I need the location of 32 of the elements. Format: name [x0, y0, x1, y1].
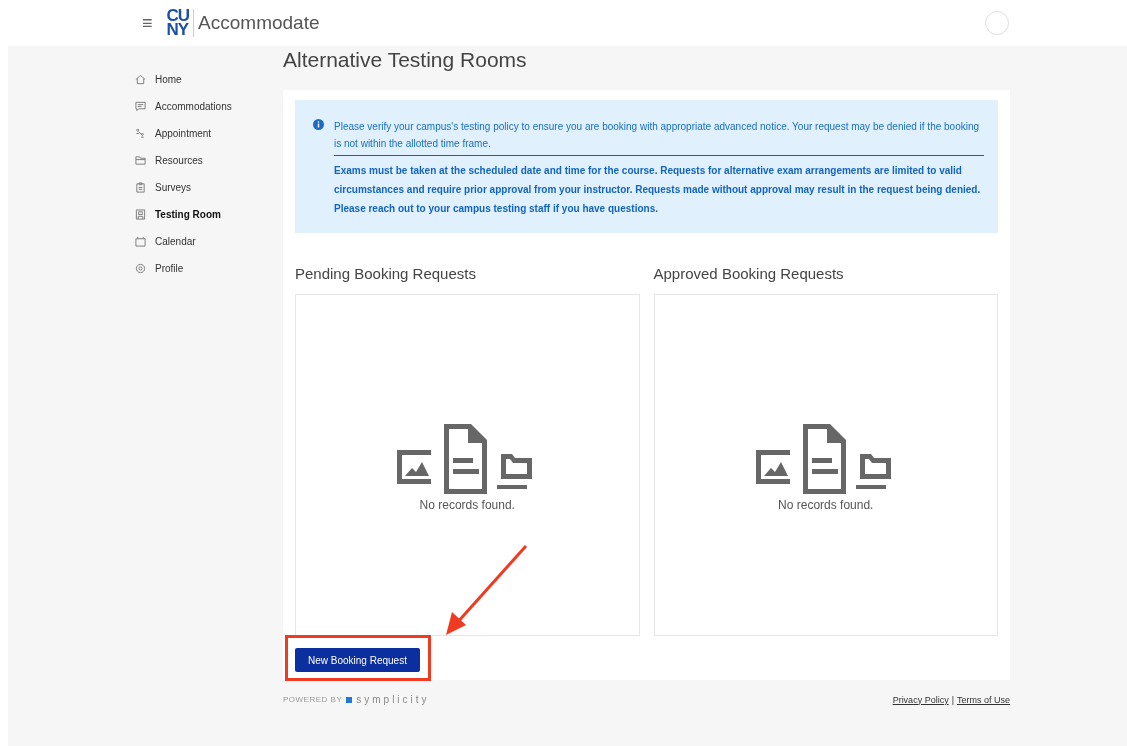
chat-icon: [135, 101, 146, 112]
notice-text: Please verify your campus's testing policy to ensure you are booking with appropriate advanced notice. Your request may be denied if the booking is not within the allotted time frame.: [334, 120, 981, 151]
calendar-icon: [135, 236, 146, 247]
terms-link[interactable]: Terms of Use: [957, 694, 1010, 705]
panel-title: Pending Booking Requests: [295, 265, 477, 282]
sidebar-item[interactable]: Profile: [135, 255, 262, 282]
menu-button[interactable]: ≡: [142, 12, 153, 34]
clipboard-icon: [135, 182, 146, 193]
brand-square-icon: [346, 696, 353, 703]
link-separator: |: [951, 694, 954, 705]
gear-icon: [135, 263, 146, 274]
brand-name: symplicity: [356, 694, 430, 705]
folder-icon: [135, 155, 146, 166]
empty-message: No records found.: [778, 498, 874, 512]
sidebar-item[interactable]: Appointment: [135, 120, 262, 147]
info-icon: [313, 119, 324, 130]
powered-by-label: POWERED BY: [283, 695, 343, 704]
home-icon: [135, 74, 146, 85]
logo: CU NY: [166, 9, 195, 37]
privacy-link[interactable]: Privacy Policy: [892, 694, 949, 705]
sidebar-item[interactable]: Resources: [135, 147, 262, 174]
app-name: Accommodate: [198, 12, 320, 34]
page-title: Alternative Testing Rooms: [283, 48, 528, 73]
sidebar-item[interactable]: Testing Room: [135, 201, 262, 228]
sidebar-item[interactable]: Home: [135, 66, 262, 93]
sidebar-item[interactable]: Accommodations: [135, 93, 262, 120]
notice-text: Exams must be taken at the scheduled date and time for the course. Requests for alternative exam arrangements are limited to valid circumstances and require prior approval from your instructor. Requests made without approval may result in the request being denied. Please reach out to your campus testing staff if you have questions.: [334, 164, 982, 216]
sidebar-item[interactable]: Surveys: [135, 174, 262, 201]
empty-message: No records found.: [419, 498, 515, 512]
sidebar-item[interactable]: Calendar: [135, 228, 262, 255]
panel-title: Approved Booking Requests: [653, 265, 845, 282]
new-booking-button[interactable]: New Booking Request: [295, 648, 420, 672]
